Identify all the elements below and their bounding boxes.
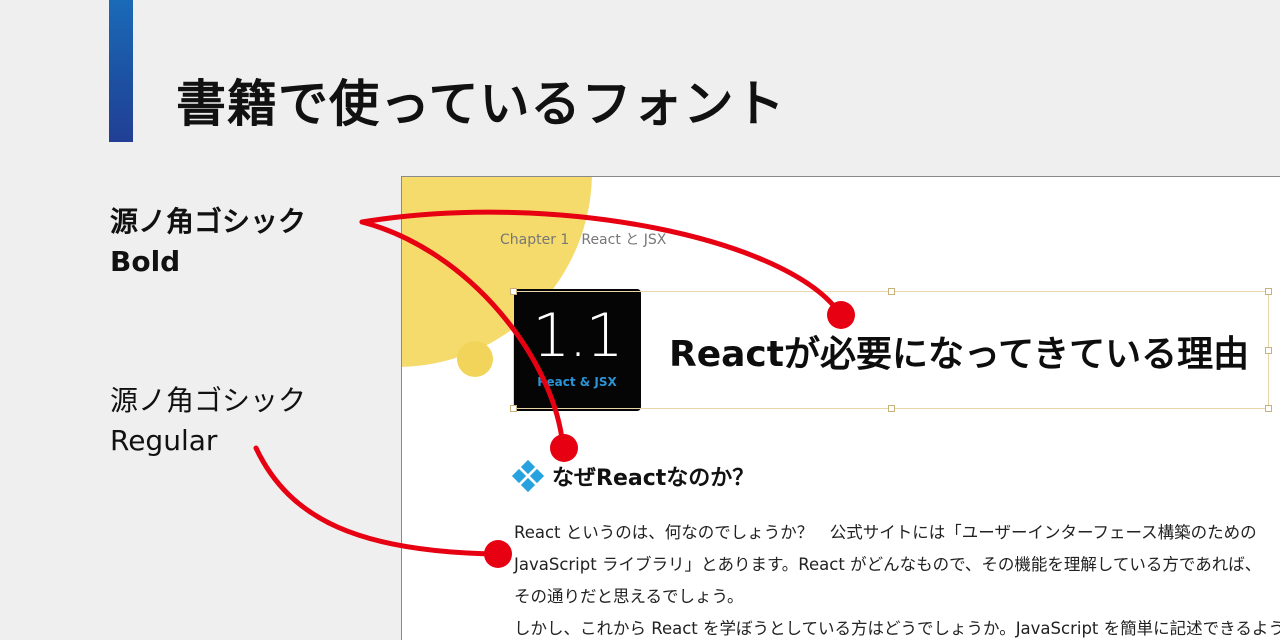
section-title: Reactが必要になってきている理由 [669,334,1250,375]
label-regular-line1: 源ノ角ゴシック [110,384,307,417]
book-page-sample: Chapter 1 React と JSX 1.1 React & JSX Rea… [401,176,1280,640]
running-head-topic: React と JSX [581,232,667,248]
selection-handle [1265,347,1272,354]
selection-handle [888,405,895,412]
label-bold-font: 源ノ角ゴシック Bold [110,202,306,282]
body-paragraph-line: その通りだと思えるでしょう。 [514,587,744,606]
label-bold-line2: Bold [110,245,181,278]
body-text: React というのは、何なのでしょうか？ 公式サイトには「ユーザーインターフェ… [514,517,1280,640]
subheading: なぜReactなのか？ [511,459,755,493]
selection-handle [510,288,517,295]
label-regular-font: 源ノ角ゴシック Regular [110,381,306,461]
body-paragraph-line: JavaScript ライブラリ」とあります。React がどんなもので、その機… [514,555,1262,574]
diamond-bullet-icon [511,459,545,493]
body-paragraph-line: しかし、これから React を学ぼうとしている方はどうでしょうか。JavaSc… [514,619,1280,638]
body-paragraph-line: React というのは、何なのでしょうか？ 公式サイトには「ユーザーインターフェ… [514,523,1257,542]
running-head: Chapter 1 React と JSX [500,229,666,249]
decorative-circle-small [457,341,493,377]
selection-handle [510,405,517,412]
subheading-text: なぜReactなのか？ [552,466,755,491]
slide-title: 書籍で使っているフォント [176,75,786,133]
label-bold-line1: 源ノ角ゴシック [110,205,307,238]
selection-handle [1265,288,1272,295]
label-regular-line2: Regular [110,424,218,457]
running-head-chapter: Chapter 1 [500,232,570,248]
selection-handle [1265,405,1272,412]
title-accent-bar [109,0,133,142]
selection-handle [888,288,895,295]
